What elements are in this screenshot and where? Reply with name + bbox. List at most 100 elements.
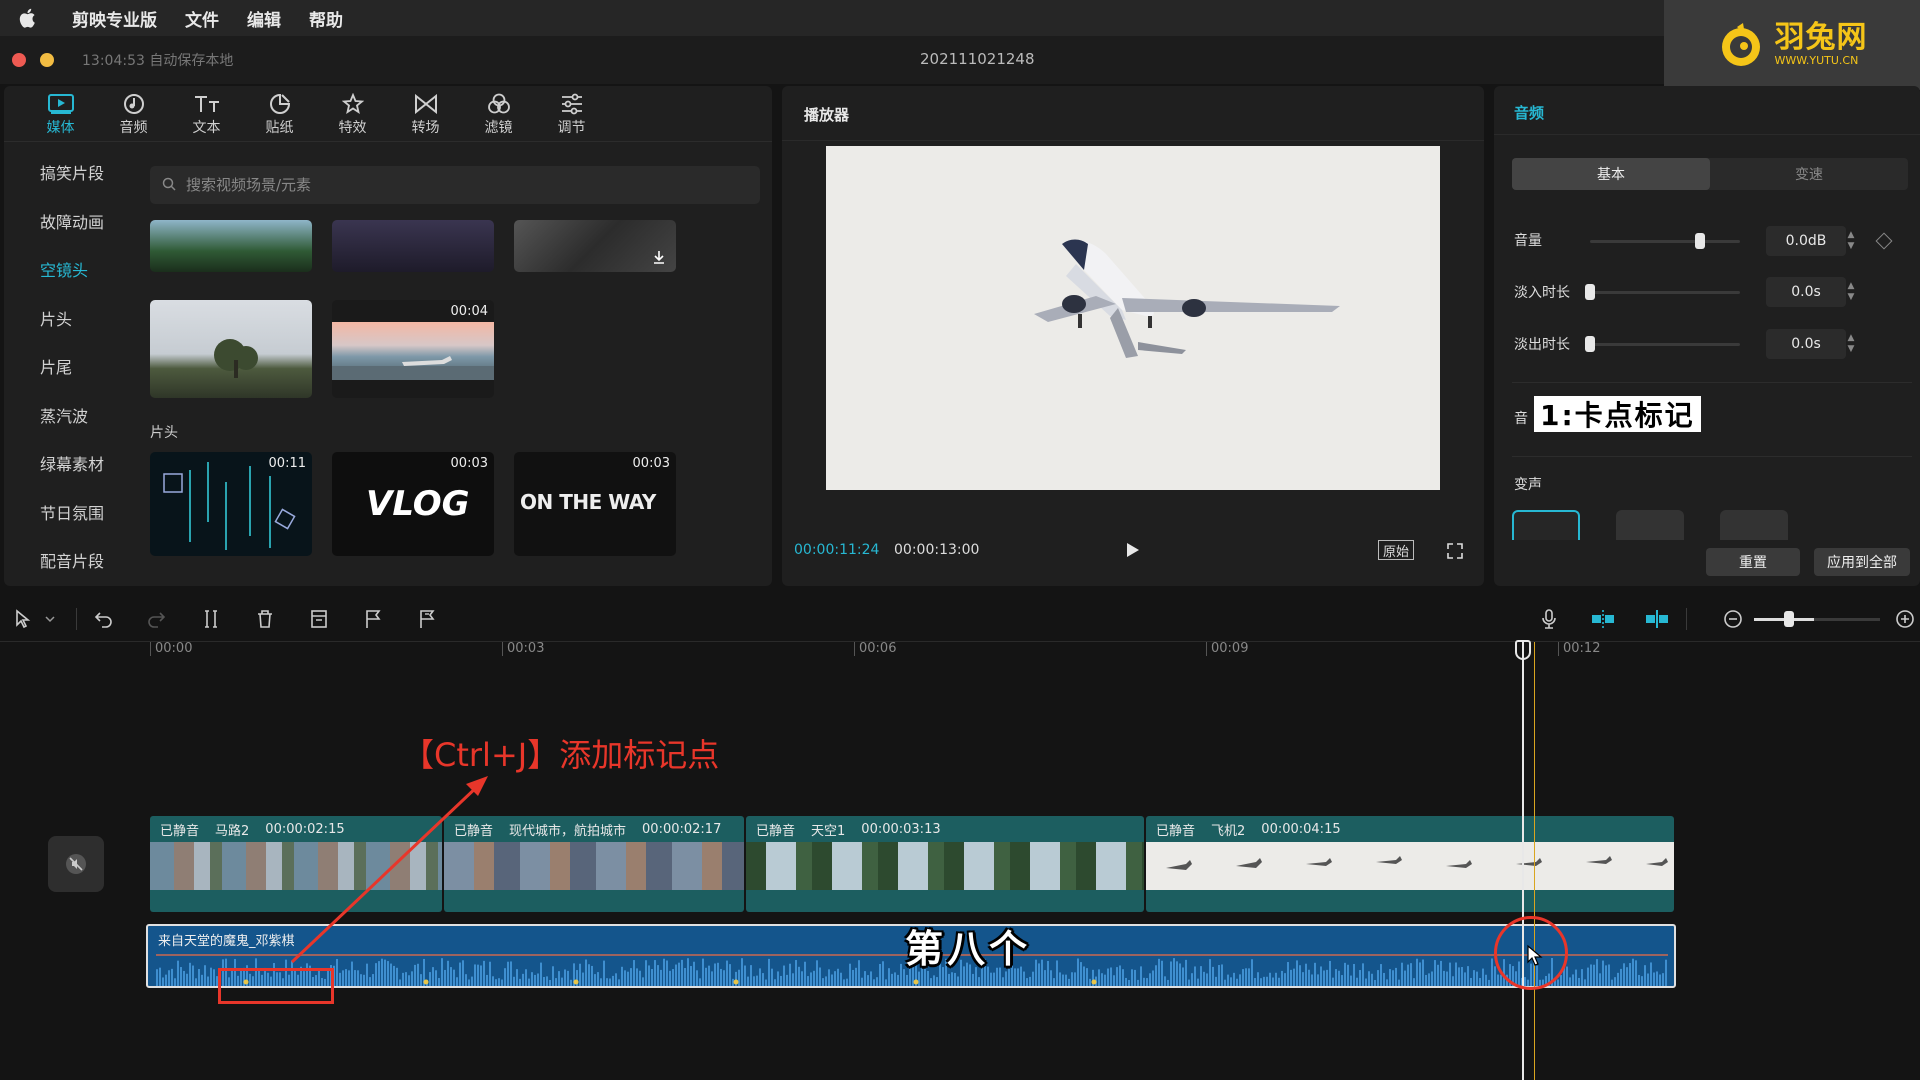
beat-marker[interactable] — [423, 979, 429, 985]
marker-options-icon[interactable] — [416, 608, 438, 630]
microphone-icon[interactable] — [1538, 608, 1560, 630]
volume-value[interactable]: 0.0dB — [1766, 226, 1846, 256]
tab-effects[interactable]: 特效 — [316, 86, 389, 141]
fade-in-slider[interactable] — [1590, 291, 1740, 294]
category-greenscreen[interactable]: 绿幕素材 — [4, 439, 134, 488]
search-input[interactable] — [186, 176, 746, 194]
marker-highlight-box — [218, 968, 334, 1004]
tab-text[interactable]: 文本 — [170, 86, 243, 141]
asset-search-bar[interactable] — [150, 166, 760, 204]
volume-slider[interactable] — [1590, 240, 1740, 243]
apple-icon[interactable] — [18, 7, 46, 29]
chevron-down-icon[interactable] — [44, 608, 56, 630]
tab-adjust[interactable]: 调节 — [535, 86, 608, 141]
category-empty-shot[interactable]: 空镜头 — [4, 245, 134, 294]
undo-icon[interactable] — [92, 608, 114, 630]
clip-filmstrip — [444, 842, 744, 890]
category-intro[interactable]: 片头 — [4, 294, 134, 343]
menu-file[interactable]: 文件 — [185, 6, 219, 31]
beat-marker[interactable] — [733, 979, 739, 985]
fullscreen-button[interactable] — [1446, 542, 1464, 560]
clip-muted-label: 已静音 — [1156, 823, 1196, 839]
mute-icon — [66, 854, 86, 874]
fade-in-stepper[interactable]: ▲ ▼ — [1844, 277, 1858, 307]
beat-marker[interactable] — [573, 979, 579, 985]
snap-icon[interactable] — [1590, 608, 1616, 630]
tab-audio[interactable]: 音频 — [97, 86, 170, 141]
linkage-icon[interactable] — [1644, 608, 1670, 630]
keyframe-icon[interactable] — [1875, 232, 1893, 250]
playhead-line[interactable] — [1522, 642, 1524, 1080]
voice-preset[interactable] — [1720, 510, 1788, 540]
zoom-slider-handle[interactable] — [1784, 611, 1794, 627]
category-dubbing[interactable]: 配音片段 — [4, 536, 134, 585]
category-funny[interactable]: 搞笑片段 — [4, 148, 134, 197]
tab-filter[interactable]: 滤镜 — [462, 86, 535, 141]
tab-transition[interactable]: 转场 — [389, 86, 462, 141]
clip-muted-label: 已静音 — [454, 823, 494, 839]
fade-out-label: 淡出时长 — [1514, 337, 1570, 353]
video-clip[interactable]: 已静音 马路2 00:00:02:15 — [150, 816, 442, 912]
tutorial-caption: 1:卡点标记 — [1534, 396, 1701, 432]
asset-thumbnail-on-the-way[interactable]: ON THE WAY 00:03 — [514, 452, 676, 556]
asset-thumbnail-dark[interactable] — [514, 220, 676, 272]
play-button[interactable] — [1122, 540, 1142, 560]
fade-out-value[interactable]: 0.0s — [1766, 329, 1846, 359]
category-holiday[interactable]: 节日氛围 — [4, 488, 134, 537]
minimize-window-button[interactable] — [40, 53, 54, 67]
split-icon[interactable] — [200, 608, 222, 630]
fade-out-slider-handle[interactable] — [1585, 336, 1595, 352]
timeline-ruler[interactable]: 00:00 00:03 00:06 00:09 00:12 — [0, 642, 1920, 662]
fade-in-value[interactable]: 0.0s — [1766, 277, 1846, 307]
apply-to-all-button[interactable]: 应用到全部 — [1814, 548, 1910, 576]
logo-name: 羽兔网 — [1774, 20, 1868, 55]
redo-icon[interactable] — [146, 608, 168, 630]
asset-thumbnail-field[interactable] — [150, 300, 312, 398]
aspect-original-button[interactable]: 原始 — [1378, 540, 1415, 560]
volume-slider-handle[interactable] — [1694, 233, 1705, 249]
category-outro[interactable]: 片尾 — [4, 342, 134, 391]
tab-sticker[interactable]: 贴纸 — [243, 86, 316, 141]
playhead-handle[interactable] — [1515, 640, 1531, 660]
clip-filmstrip — [150, 842, 442, 890]
menu-help[interactable]: 帮助 — [309, 6, 343, 31]
voice-preset[interactable] — [1616, 510, 1684, 540]
freeze-frame-icon[interactable] — [308, 608, 330, 630]
volume-stepper[interactable]: ▲ ▼ — [1844, 226, 1858, 256]
video-clip[interactable]: 已静音 现代城市，航拍城市 00:00:02:17 — [444, 816, 744, 912]
voice-change-label: 变声 — [1514, 477, 1542, 493]
clip-duration: 00:00:03:13 — [861, 821, 941, 837]
asset-thumbnail-digital[interactable]: 00:11 — [150, 452, 312, 556]
zoom-out-icon[interactable] — [1722, 608, 1744, 630]
asset-thumbnail-vlog[interactable]: VLOG 00:03 — [332, 452, 494, 556]
fade-in-slider-handle[interactable] — [1585, 284, 1595, 300]
menu-app-name[interactable]: 剪映专业版 — [72, 6, 157, 31]
video-preview[interactable] — [826, 146, 1440, 490]
audio-clip-name: 来自天堂的魔鬼_邓紫棋 — [158, 934, 295, 949]
close-window-button[interactable] — [12, 53, 26, 67]
category-glitch[interactable]: 故障动画 — [4, 197, 134, 246]
asset-thumbnail-airport[interactable]: 00:04 — [332, 300, 494, 398]
track-mute-button[interactable] — [48, 836, 104, 892]
menu-edit[interactable]: 编辑 — [247, 6, 281, 31]
add-marker-icon[interactable] — [362, 608, 384, 630]
beat-marker[interactable] — [913, 979, 919, 985]
reset-button[interactable]: 重置 — [1706, 548, 1800, 576]
video-clip[interactable]: 已静音 飞机2 00:00:04:15 — [1146, 816, 1674, 912]
asset-thumbnail-landscape[interactable] — [150, 220, 312, 272]
download-icon[interactable] — [652, 249, 666, 268]
tab-basic[interactable]: 基本 — [1512, 158, 1710, 190]
zoom-in-icon[interactable] — [1894, 608, 1916, 630]
video-clip[interactable]: 已静音 天空1 00:00:03:13 — [746, 816, 1144, 912]
tab-speed[interactable]: 变速 — [1710, 158, 1908, 190]
voice-preset-none[interactable] — [1512, 510, 1580, 540]
fade-out-slider[interactable] — [1590, 343, 1740, 346]
beat-marker[interactable] — [1091, 979, 1097, 985]
category-vaporwave[interactable]: 蒸汽波 — [4, 391, 134, 440]
select-tool-icon[interactable] — [12, 608, 34, 630]
delete-icon[interactable] — [254, 608, 276, 630]
fade-out-stepper[interactable]: ▲ ▼ — [1844, 329, 1858, 359]
asset-thumbnail-city-night[interactable] — [332, 220, 494, 272]
tab-media[interactable]: 媒体 — [24, 86, 97, 141]
asset-duration: 00:03 — [632, 456, 670, 471]
